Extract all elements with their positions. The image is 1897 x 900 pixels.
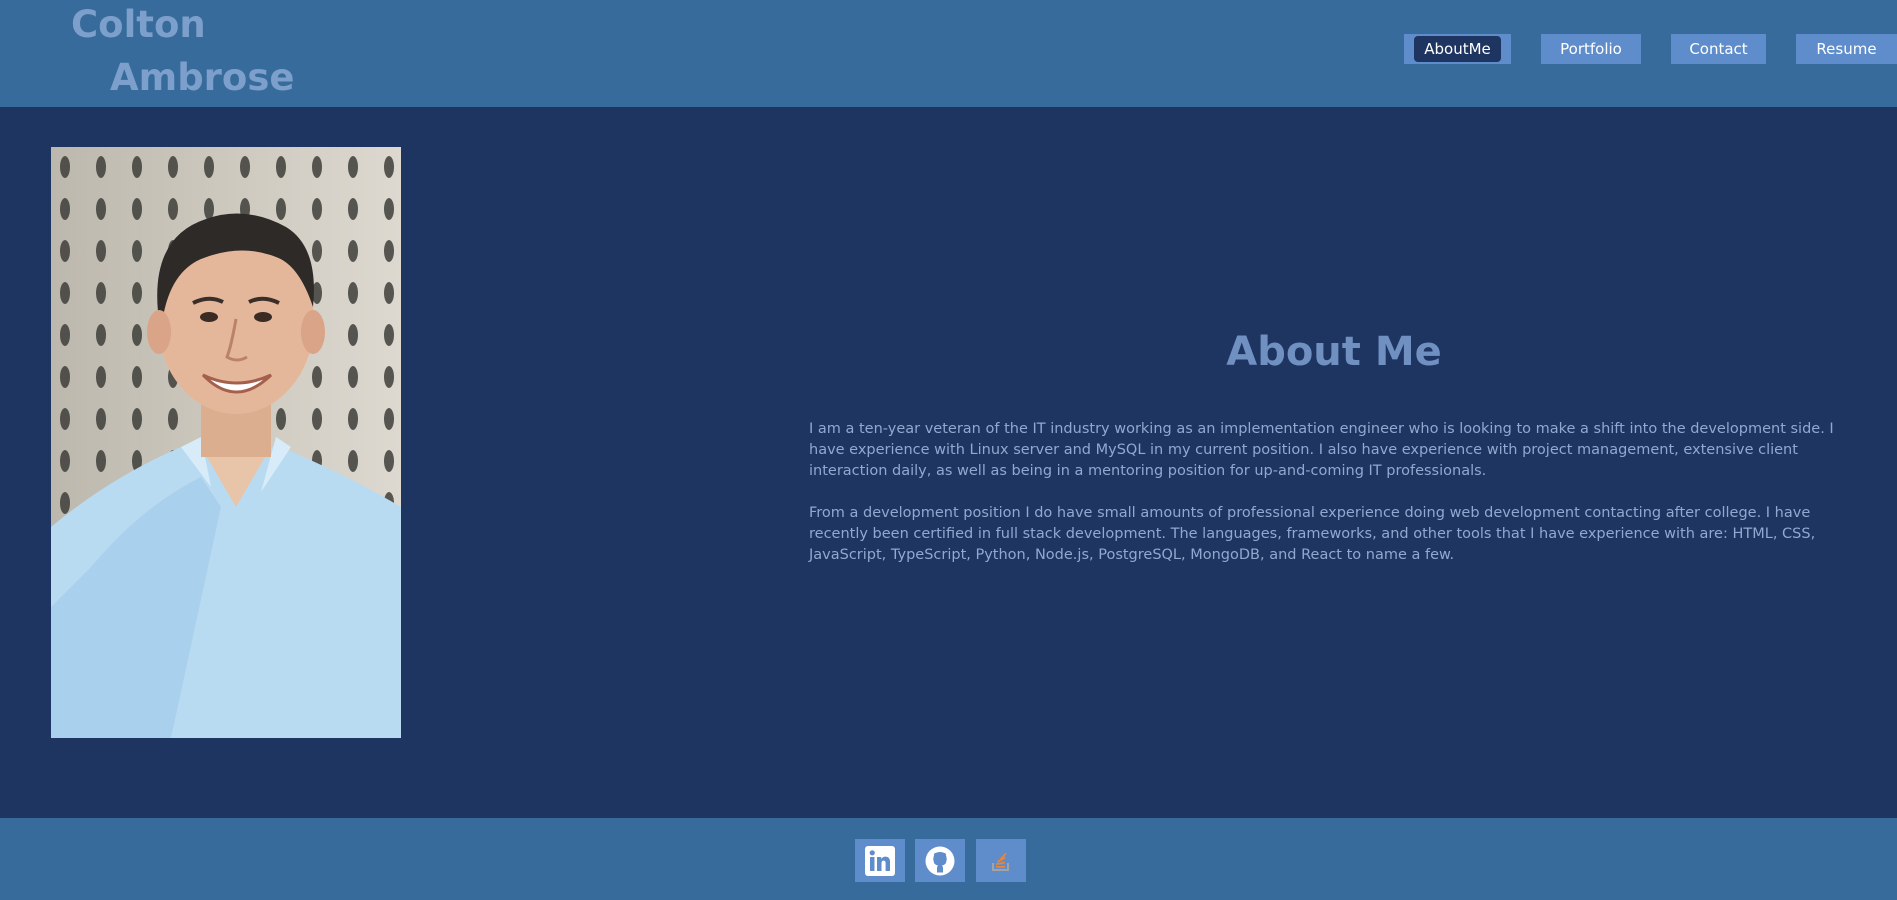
nav-contact-label: Contact <box>1689 40 1748 58</box>
nav-portfolio-label: Portfolio <box>1560 40 1622 58</box>
nav-contact[interactable]: Contact <box>1671 34 1766 64</box>
nav-resume[interactable]: Resume <box>1796 34 1897 64</box>
logo-last-name: Ambrose <box>110 56 295 99</box>
nav-resume-label: Resume <box>1816 40 1877 58</box>
about-title: About Me <box>1226 329 1442 375</box>
site-footer <box>0 818 1897 900</box>
site-header: Colton Ambrose AboutMe Portfolio Contact… <box>0 0 1897 107</box>
nav-about-me-label: AboutMe <box>1414 36 1501 62</box>
nav-portfolio[interactable]: Portfolio <box>1541 34 1641 64</box>
linkedin-icon <box>865 845 895 876</box>
linkedin-link[interactable] <box>855 839 905 882</box>
stackoverflow-icon <box>992 852 1009 871</box>
about-paragraph-2: From a development position I do have sm… <box>809 505 1816 563</box>
profile-photo <box>51 147 401 738</box>
main-nav: AboutMe Portfolio Contact Resume <box>0 34 1897 64</box>
github-icon <box>925 846 955 875</box>
stackoverflow-link[interactable] <box>976 839 1026 882</box>
about-paragraph-1: I am a ten-year veteran of the IT indust… <box>809 421 1834 479</box>
nav-about-me[interactable]: AboutMe <box>1404 34 1511 64</box>
github-link[interactable] <box>915 839 965 882</box>
about-section: About Me I am a ten-year veteran of the … <box>0 107 1897 818</box>
